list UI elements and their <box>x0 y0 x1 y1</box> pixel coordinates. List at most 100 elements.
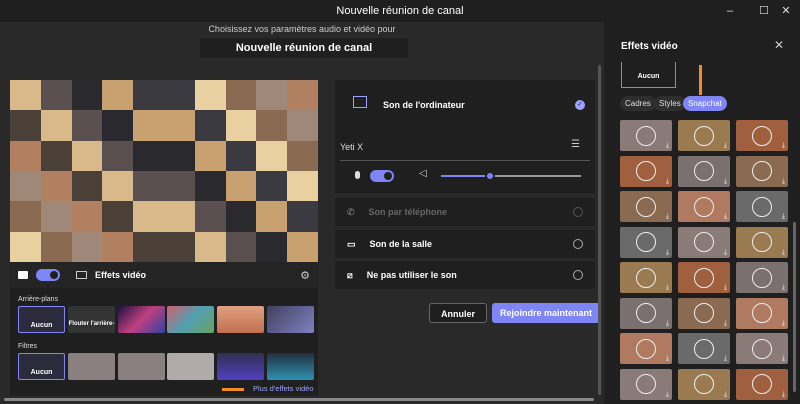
video-pixel <box>163 80 195 111</box>
snapchat-effect[interactable]: ⤓ <box>678 226 730 258</box>
horizontal-scrollbar[interactable] <box>4 398 594 401</box>
download-icon: ⤓ <box>665 142 669 149</box>
snapchat-effect[interactable]: ⤓ <box>678 262 730 293</box>
video-pixel <box>225 110 257 141</box>
computer-audio-label[interactable]: Son de l'ordinateur <box>383 100 465 110</box>
filter-thumb[interactable] <box>167 353 214 380</box>
snapchat-effect[interactable]: ⤓ <box>736 120 788 151</box>
snapchat-effect[interactable]: ⤓ <box>620 368 672 400</box>
close-window-button[interactable]: ✕ <box>772 0 800 22</box>
snapchat-effect[interactable]: ⤓ <box>678 333 730 364</box>
snapchat-effect[interactable]: ⤓ <box>736 333 788 364</box>
settings-icon[interactable]: ⚙ <box>300 269 310 282</box>
none-effect[interactable]: Aucun <box>621 62 676 88</box>
blur-label: Flouter l'arrière- <box>68 321 115 327</box>
phone-audio-label: Son par téléphone <box>368 207 448 217</box>
snapchat-effect[interactable]: ⤓ <box>678 191 730 222</box>
video-pixel <box>194 171 226 202</box>
panel-scrollbar[interactable] <box>793 222 796 392</box>
snapchat-effect[interactable]: ⤓ <box>678 368 730 400</box>
download-icon: ⤓ <box>665 390 669 398</box>
background-none[interactable]: Aucun <box>18 306 65 333</box>
cancel-button[interactable]: Annuler <box>429 303 487 323</box>
phone-icon: ✆ <box>347 206 355 217</box>
snapchat-effect[interactable]: ⤓ <box>736 368 788 400</box>
effects-label[interactable]: Effets vidéo <box>95 270 146 280</box>
snapchat-effect[interactable]: ⤓ <box>736 297 788 329</box>
video-pixel <box>225 80 257 111</box>
snapchat-effect[interactable]: ⤓ <box>620 297 672 329</box>
effects-icon <box>76 271 87 279</box>
device-select[interactable]: Yeti X <box>340 142 363 152</box>
filter-thumb[interactable] <box>217 353 264 380</box>
audio-settings-icon[interactable]: ☰ <box>571 139 580 150</box>
filter-thumb[interactable] <box>68 353 115 380</box>
join-now-button[interactable]: Rejoindre maintenant <box>492 303 600 323</box>
subtitle: Choisissez vos paramètres audio et vidéo… <box>208 24 396 34</box>
video-pixel <box>40 231 72 262</box>
snapchat-effect[interactable]: ⤓ <box>620 191 672 222</box>
none-label: Aucun <box>30 322 53 329</box>
volume-slider[interactable] <box>441 171 581 181</box>
video-pixel <box>194 80 226 111</box>
snapchat-effect[interactable]: ⤓ <box>620 120 672 151</box>
close-panel-icon[interactable]: ✕ <box>774 38 784 52</box>
no-audio-option[interactable]: ⧄ Ne pas utiliser le son <box>335 261 595 289</box>
snapchat-effect[interactable]: ⤓ <box>678 155 730 187</box>
no-audio-radio[interactable] <box>573 270 583 280</box>
video-pixel <box>256 110 288 141</box>
snapchat-effect[interactable]: ⤓ <box>620 333 672 364</box>
selected-check-icon: ✓ <box>575 100 585 110</box>
download-icon: ⤓ <box>781 390 785 398</box>
lens-face <box>636 338 656 359</box>
filter-thumb[interactable] <box>267 353 314 380</box>
lens-face <box>694 303 714 323</box>
lens-face <box>694 125 714 146</box>
snapchat-effect[interactable]: ⤓ <box>736 226 788 258</box>
annotation-arrow <box>222 388 244 391</box>
video-pixel <box>10 201 41 232</box>
video-pixel <box>256 231 288 262</box>
minimize-button[interactable]: – <box>716 0 744 22</box>
snapchat-effect[interactable]: ⤓ <box>620 155 672 187</box>
snapchat-effect[interactable]: ⤓ <box>620 262 672 293</box>
lens-face <box>636 303 656 323</box>
lens-face <box>694 338 714 359</box>
room-audio-option[interactable]: ▭ Son de la salle <box>335 230 595 258</box>
no-audio-label: Ne pas utiliser le son <box>366 270 457 280</box>
snapchat-effect[interactable]: ⤓ <box>620 226 672 258</box>
filters-label: Filtres <box>18 343 38 350</box>
background-thumb[interactable] <box>267 306 314 333</box>
background-thumb[interactable] <box>118 306 165 333</box>
room-audio-radio[interactable] <box>573 239 583 249</box>
volume-thumb[interactable] <box>485 171 495 181</box>
video-pixel <box>102 80 134 111</box>
tab-cadres[interactable]: Cadres <box>620 96 656 111</box>
scrollbar[interactable] <box>598 65 601 395</box>
phone-audio-radio <box>573 207 583 217</box>
background-thumb[interactable] <box>167 306 214 333</box>
download-icon: ⤓ <box>665 248 669 256</box>
video-pixel <box>225 140 257 171</box>
meeting-title: Nouvelle réunion de canal <box>200 38 408 58</box>
snapchat-effect[interactable]: ⤓ <box>736 262 788 293</box>
tab-snapchat[interactable]: Snapchat <box>683 96 727 111</box>
snapchat-effect[interactable]: ⤓ <box>678 297 730 329</box>
snapchat-effect[interactable]: ⤓ <box>736 155 788 187</box>
snapchat-effect[interactable]: ⤓ <box>678 120 730 151</box>
snapchat-effect[interactable]: ⤓ <box>736 191 788 222</box>
video-pixel <box>71 201 103 232</box>
filter-none[interactable]: Aucun <box>18 353 65 380</box>
tab-styles[interactable]: Styles <box>654 96 686 111</box>
background-thumb[interactable] <box>217 306 264 333</box>
camera-toggle[interactable] <box>36 269 60 281</box>
download-icon: ⤓ <box>781 213 785 220</box>
more-effects-link[interactable]: Plus d'effets vidéo <box>253 384 314 393</box>
filter-thumb[interactable] <box>118 353 165 380</box>
video-pixel <box>71 80 103 111</box>
download-icon: ⤓ <box>781 319 785 327</box>
mic-toggle[interactable] <box>370 170 394 182</box>
video-preview <box>10 80 318 262</box>
lens-face <box>752 374 772 394</box>
background-blur[interactable]: Flouter l'arrière- <box>68 306 115 333</box>
